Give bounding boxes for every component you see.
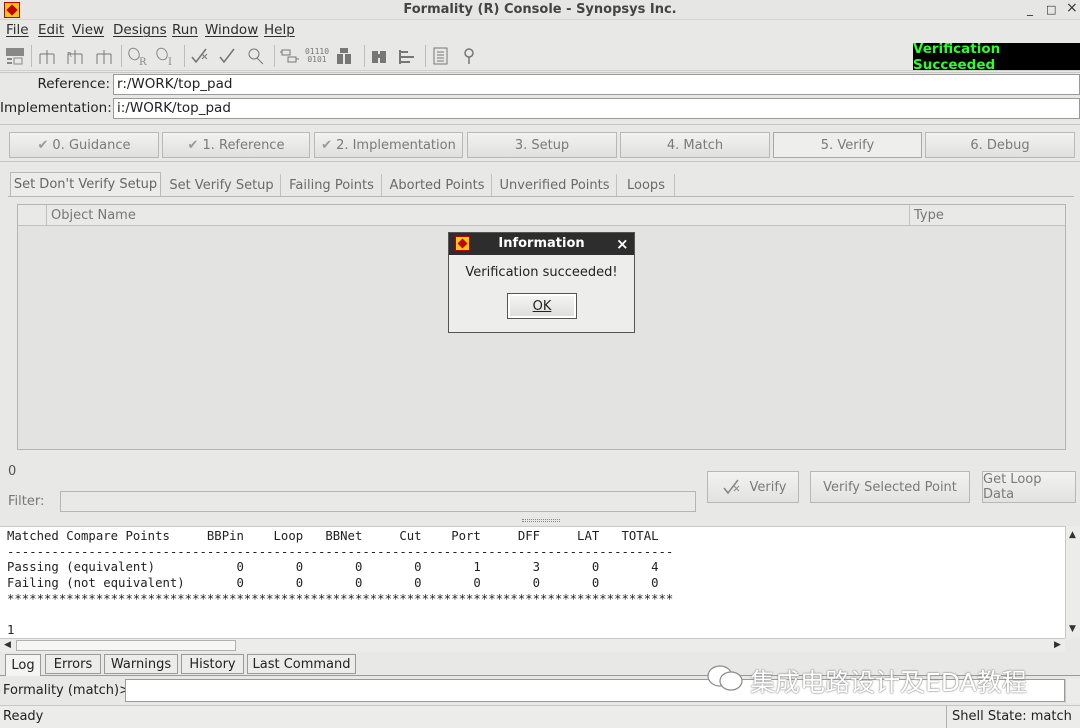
filter-label: Filter:	[8, 494, 45, 509]
console-line: ----------------------------------------…	[7, 544, 674, 559]
scroll-up-icon[interactable]: ▲	[1069, 530, 1076, 540]
minimize-button[interactable]: _	[1027, 2, 1033, 16]
step-verify[interactable]: 5. Verify	[773, 132, 922, 158]
pin-i-icon[interactable]: I	[154, 45, 176, 67]
verification-status-badge: Verification Succeeded	[913, 41, 1080, 73]
menu-help[interactable]: Help	[264, 22, 295, 38]
console-output: Matched Compare Points BBPin Loop BBNet …	[0, 526, 1065, 638]
title-bar: Formality (R) Console - Synopsys Inc. _ …	[0, 0, 1080, 20]
watermark: 集成电路设计及EDA教程	[706, 663, 1027, 699]
menu-window[interactable]: Window	[205, 22, 258, 38]
pin-r-icon[interactable]: R	[126, 45, 148, 67]
tab-history[interactable]: History	[181, 654, 244, 674]
scroll-right-icon[interactable]: ▶	[1054, 640, 1061, 650]
wechat-icon	[706, 664, 744, 698]
svg-text:R: R	[67, 51, 72, 59]
console-line: Passing (equivalent) 0 0 0 0 1 3 0 4	[7, 560, 659, 575]
reference-field[interactable]: r:/WORK/top_pad	[113, 74, 1080, 95]
step-implementation[interactable]: ✔ 2. Implementation	[314, 132, 463, 158]
maximize-button[interactable]: □	[1046, 3, 1056, 16]
tab-loops[interactable]: Loops	[618, 174, 675, 196]
console-line: Matched Compare Points BBPin Loop BBNet …	[7, 529, 659, 543]
splitter-handle[interactable]	[522, 519, 560, 522]
implementation-field[interactable]: i:/WORK/top_pad	[113, 98, 1080, 119]
tab-warnings[interactable]: Warnings	[104, 654, 178, 674]
get-loop-data-button[interactable]: Get Loop Data	[982, 471, 1076, 503]
tab-set-verify-setup[interactable]: Set Verify Setup	[163, 174, 281, 196]
step-setup[interactable]: 3. Setup	[467, 132, 617, 158]
step-bar: ✔ 0. Guidance ✔ 1. Reference ✔ 2. Implement…	[0, 124, 1080, 162]
menu-file[interactable]: File	[6, 22, 29, 38]
console-line: ****************************************…	[7, 591, 674, 606]
dialog-title-bar: Information ×	[449, 233, 634, 255]
impl-tree-icon[interactable]: R	[64, 45, 86, 67]
scroll-down-icon[interactable]: ▼	[1069, 624, 1076, 634]
close-button[interactable]: ×	[1066, 0, 1078, 16]
verify-button[interactable]: Verify	[707, 471, 799, 503]
prompt-label: Formality (match)>	[3, 683, 131, 698]
command-scrollbar[interactable]	[1065, 679, 1080, 703]
verify-selected-icon[interactable]	[217, 45, 239, 67]
menu-designs[interactable]: Designs	[113, 22, 167, 38]
binary-icon[interactable]: 01110 0101	[305, 45, 329, 67]
tab-unverified-points[interactable]: Unverified Points	[493, 174, 617, 196]
console-horizontal-scrollbar[interactable]: ◀ ▶	[0, 638, 1065, 652]
verify-icon[interactable]	[189, 45, 211, 67]
tab-aborted-points[interactable]: Aborted Points	[383, 174, 492, 196]
console-line: ​	[7, 608, 1065, 624]
menu-run[interactable]: Run	[172, 22, 198, 38]
status-bar: Ready Shell State: match	[0, 705, 1080, 728]
report-icon[interactable]	[430, 45, 452, 67]
schematic-icon[interactable]	[397, 45, 419, 67]
column-type[interactable]: Type	[910, 205, 1065, 226]
tab-log[interactable]: Log	[5, 654, 41, 676]
tab-set-dont-verify-setup[interactable]: Set Don't Verify Setup	[10, 172, 161, 196]
console-line: Failing (not equivalent) 0 0 0 0 0 0 0 0	[7, 576, 659, 591]
step-guidance[interactable]: ✔ 0. Guidance	[9, 132, 159, 158]
help-icon[interactable]	[458, 45, 480, 67]
shell-state: Shell State: match	[946, 706, 1080, 728]
dialog-title: Information	[498, 236, 585, 251]
menu-bar: File Edit View Designs Run Window Help	[0, 20, 1080, 41]
row-count: 0	[8, 464, 17, 479]
step-debug[interactable]: 6. Debug	[925, 132, 1075, 158]
match-tree-icon[interactable]	[93, 45, 115, 67]
console-line: 1	[7, 623, 15, 638]
svg-text:R: R	[139, 57, 147, 66]
tab-last-command[interactable]: Last Command	[247, 654, 356, 674]
debug-icon[interactable]	[245, 45, 267, 67]
step-reference[interactable]: ✔ 1. Reference	[162, 132, 310, 158]
vars-icon[interactable]	[4, 45, 26, 67]
dialog-close-icon[interactable]: ×	[616, 235, 629, 253]
ref-tree-icon[interactable]	[36, 45, 58, 67]
verify-button-icon	[722, 479, 739, 495]
window-title: Formality (R) Console - Synopsys Inc.	[403, 2, 677, 17]
filter-input[interactable]	[60, 491, 696, 512]
scroll-left-icon[interactable]: ◀	[4, 640, 11, 650]
console-vertical-scrollbar[interactable]: ▲ ▼	[1065, 526, 1080, 638]
dialog-message: Verification succeeded!	[465, 265, 618, 280]
bits-icon[interactable]	[279, 45, 301, 67]
tab-failing-points[interactable]: Failing Points	[282, 174, 382, 196]
table-corner	[18, 205, 47, 226]
find-icon[interactable]	[369, 45, 391, 67]
column-object-name[interactable]: Object Name	[47, 205, 910, 226]
information-dialog: Information × Verification succeeded! OK	[448, 232, 635, 333]
menu-edit[interactable]: Edit	[38, 22, 64, 38]
verify-selected-point-button[interactable]: Verify Selected Point	[810, 471, 970, 503]
svg-text:I: I	[168, 57, 172, 66]
compare-icon[interactable]	[334, 45, 356, 67]
verify-button-label: Verify	[749, 479, 787, 495]
menu-view[interactable]: View	[72, 22, 104, 38]
tab-errors[interactable]: Errors	[45, 654, 101, 674]
ok-button[interactable]: OK	[507, 293, 577, 319]
watermark-text: 集成电路设计及EDA教程	[750, 668, 1027, 697]
scroll-thumb[interactable]	[16, 640, 236, 651]
status-ready: Ready	[3, 709, 44, 724]
reference-label: Reference:	[37, 76, 110, 92]
implementation-label: Implementation:	[0, 100, 112, 116]
step-match[interactable]: 4. Match	[620, 132, 770, 158]
